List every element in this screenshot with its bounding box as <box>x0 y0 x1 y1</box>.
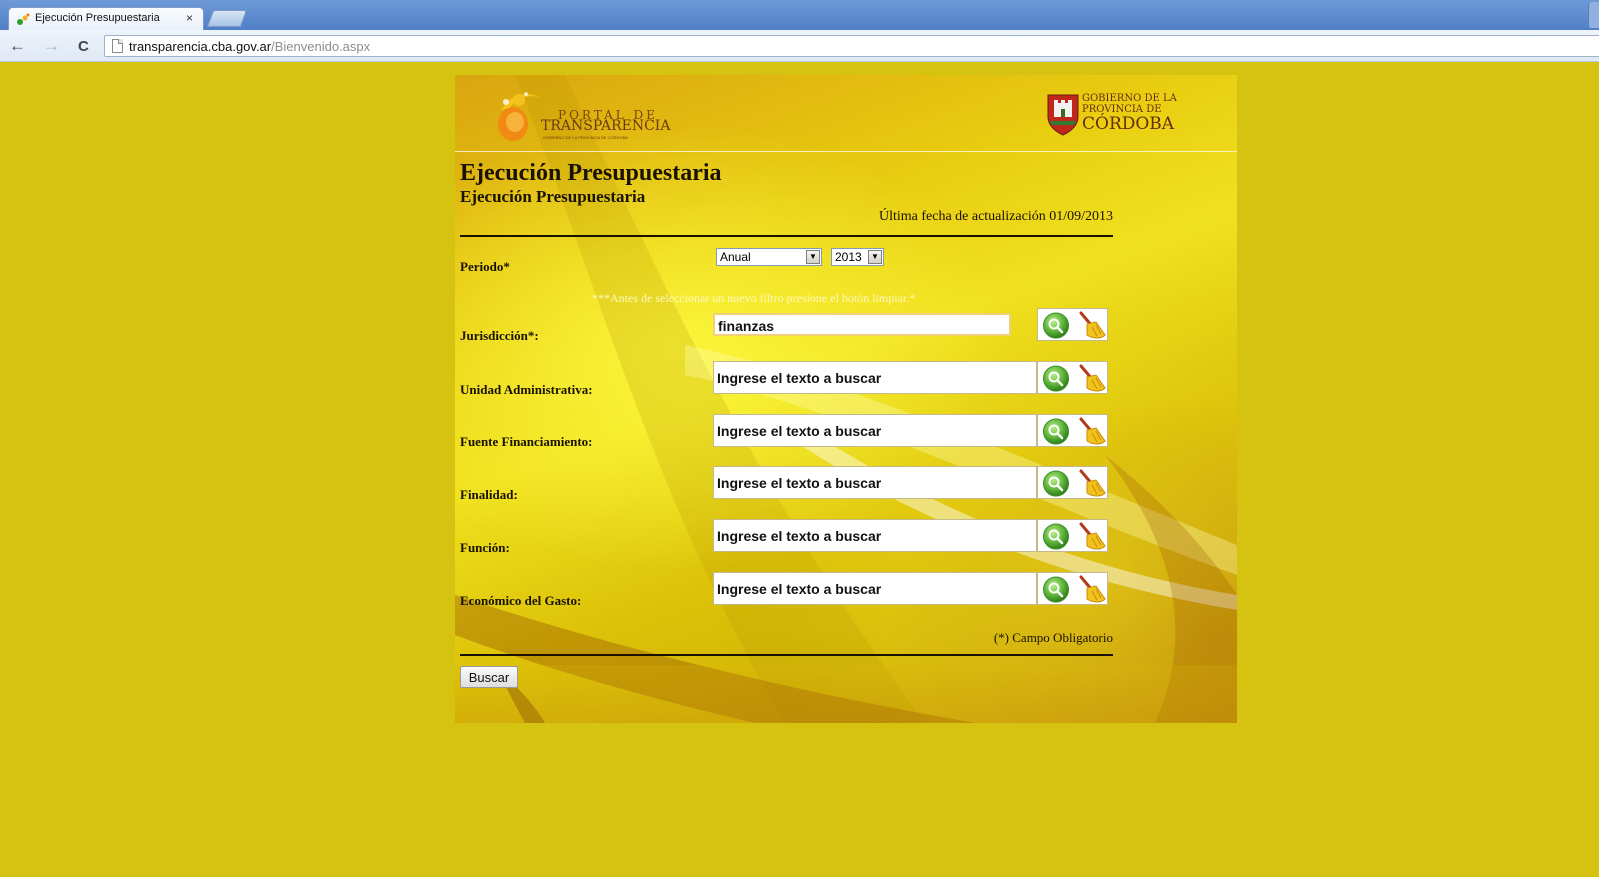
year-select-value: 2013 <box>835 250 862 264</box>
broom-icon[interactable] <box>1075 575 1107 604</box>
url-path: /Bienvenido.aspx <box>271 39 371 54</box>
site-header: PORTAL DE TRANSPARENCIA GOBIERNO DE LA P… <box>455 75 1237 151</box>
search-icon[interactable] <box>1040 418 1072 445</box>
search-icon[interactable] <box>1040 365 1072 392</box>
content-panel: PORTAL DE TRANSPARENCIA GOBIERNO DE LA P… <box>455 75 1237 723</box>
portal-logo-main: TRANSPARENCIA <box>541 118 671 134</box>
finalidad-actions <box>1037 466 1108 499</box>
finalidad-input[interactable]: Ingrese el texto a buscar <box>713 466 1037 499</box>
broom-icon[interactable] <box>1075 522 1107 551</box>
url-host: transparencia.cba.gov.ar <box>129 39 272 54</box>
fuente-financiamiento-input[interactable]: Ingrese el texto a buscar <box>713 414 1037 447</box>
search-icon[interactable] <box>1040 312 1072 339</box>
economico-gasto-actions <box>1037 572 1108 605</box>
page-title: Ejecución Presupuestaria <box>460 160 722 186</box>
jurisdiccion-label: Jurisdicción*: <box>460 328 539 343</box>
unidad-administrativa-label: Unidad Administrativa: <box>460 382 593 397</box>
period-select[interactable]: Anual ▼ <box>716 248 822 266</box>
funcion-input[interactable]: Ingrese el texto a buscar <box>713 519 1037 552</box>
buscar-button[interactable]: Buscar <box>460 666 518 688</box>
divider-bottom <box>460 654 1113 656</box>
portal-favicon-icon <box>17 13 30 25</box>
page-icon <box>112 39 123 53</box>
header-divider <box>455 151 1237 152</box>
tab-title: Ejecución Presupuestaria <box>35 12 160 24</box>
search-icon[interactable] <box>1040 523 1072 550</box>
broom-icon[interactable] <box>1075 311 1107 340</box>
year-select[interactable]: 2013 ▼ <box>831 248 884 266</box>
portal-logo-tagline: GOBIERNO DE LA PROVINCIA DE CÓRDOBA <box>543 135 628 140</box>
economico-gasto-input[interactable]: Ingrese el texto a buscar <box>713 572 1037 605</box>
gov-logo-line1: GOBIERNO DE LA <box>1082 93 1177 104</box>
broom-icon[interactable] <box>1075 469 1107 498</box>
divider-top <box>460 235 1113 237</box>
chevron-down-icon[interactable]: ▼ <box>806 250 820 264</box>
unidad-administrativa-input[interactable]: Ingrese el texto a buscar <box>713 361 1037 394</box>
periodo-label: Periodo* <box>460 259 510 274</box>
finalidad-label: Finalidad: <box>460 487 518 502</box>
new-tab-button[interactable] <box>206 10 248 27</box>
address-bar[interactable]: transparencia.cba.gov.ar/Bienvenido.aspx <box>104 35 1599 57</box>
fuente-financiamiento-label: Fuente Financiamiento: <box>460 434 593 449</box>
back-button[interactable]: ← <box>9 37 26 54</box>
economico-gasto-label: Económico del Gasto: <box>460 593 582 608</box>
tab-active[interactable]: Ejecución Presupuestaria × <box>8 7 204 30</box>
browser-toolbar: ← → C transparencia.cba.gov.ar/Bienvenid… <box>0 30 1599 62</box>
broom-icon[interactable] <box>1075 417 1107 446</box>
required-field-note: (*) Campo Obligatorio <box>993 630 1113 645</box>
filter-note: ***Antes de seleccionar un nuevo filtro … <box>592 291 916 305</box>
fuente-financiamiento-actions <box>1037 414 1108 447</box>
forward-button[interactable]: → <box>43 37 60 54</box>
gov-logo-top: GOBIERNO DE LA PROVINCIA DE <box>1082 93 1177 115</box>
jurisdiccion-input[interactable]: finanzas <box>713 313 1011 336</box>
search-icon[interactable] <box>1040 576 1072 603</box>
funcion-actions <box>1037 519 1108 552</box>
crest-icon[interactable] <box>1046 91 1080 137</box>
funcion-label: Función: <box>460 540 510 555</box>
jurisdiccion-actions <box>1037 308 1108 341</box>
unidad-administrativa-actions <box>1037 361 1108 394</box>
tab-close-button[interactable]: × <box>186 11 193 25</box>
reload-button[interactable]: C <box>78 38 89 55</box>
broom-icon[interactable] <box>1075 364 1107 393</box>
search-icon[interactable] <box>1040 470 1072 497</box>
window-control[interactable] <box>1588 2 1599 28</box>
chevron-down-icon[interactable]: ▼ <box>868 250 882 264</box>
period-select-value: Anual <box>720 250 751 264</box>
url-text[interactable]: transparencia.cba.gov.ar/Bienvenido.aspx <box>129 39 370 54</box>
page-viewport: PORTAL DE TRANSPARENCIA GOBIERNO DE LA P… <box>0 62 1599 877</box>
page-subtitle: Ejecución Presupuestaria <box>460 187 646 206</box>
tab-strip: Ejecución Presupuestaria × <box>0 0 1599 30</box>
gov-logo-main: CÓRDOBA <box>1082 114 1175 134</box>
last-update-text: Última fecha de actualización 01/09/2013 <box>878 209 1113 224</box>
